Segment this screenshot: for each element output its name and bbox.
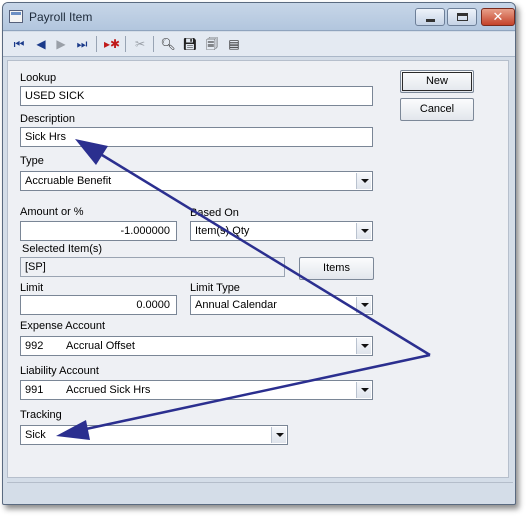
based-on-value: Item(s) Qty [195, 225, 250, 237]
expense-account-code: 992 [25, 340, 44, 352]
save-icon[interactable]: 💾︎ [181, 35, 199, 53]
tracking-value: Sick [25, 429, 46, 441]
description-label: Description [20, 113, 76, 125]
lookup-label: Lookup [20, 72, 57, 84]
payroll-item-window: Payroll Item ✕ ⏮ ◀ ▶ ⏭ ▸✱ ✂ 🔍︎ 💾︎ 🗐 ▤ Lo… [2, 2, 516, 505]
first-record-icon[interactable]: ⏮ [10, 35, 28, 53]
limit-type-value: Annual Calendar [195, 299, 277, 311]
lookup-input[interactable]: USED SICK [20, 86, 373, 106]
selected-items-field: [SP] [20, 257, 285, 277]
previous-record-icon[interactable]: ◀ [32, 35, 50, 53]
minimize-button[interactable] [415, 8, 445, 26]
limit-type-select[interactable]: Annual Calendar [190, 295, 373, 315]
cancel-button[interactable]: Cancel [400, 98, 474, 121]
form-panel: Lookup USED SICK Description Sick Hrs Ty… [7, 60, 509, 478]
new-record-icon[interactable]: ▸✱ [103, 35, 121, 53]
chevron-down-icon[interactable] [356, 297, 371, 313]
description-input[interactable]: Sick Hrs [20, 127, 373, 147]
chevron-down-icon[interactable] [356, 382, 371, 398]
expense-account-name: Accrual Offset [66, 340, 135, 352]
properties-icon[interactable]: ▤ [225, 35, 243, 53]
amount-input[interactable]: -1.000000 [20, 221, 177, 241]
minimize-icon [426, 19, 435, 22]
app-icon [9, 10, 23, 23]
liability-account-code: 991 [25, 384, 44, 396]
amount-label: Amount or % [20, 206, 84, 218]
items-button[interactable]: Items [299, 257, 374, 280]
save-close-icon[interactable]: 🗐 [203, 35, 221, 53]
find-icon[interactable]: 🔍︎ [159, 35, 177, 53]
toolbar-separator [153, 36, 154, 52]
status-bar [7, 482, 513, 500]
last-record-icon[interactable]: ⏭ [73, 35, 91, 53]
based-on-label: Based On [190, 207, 239, 219]
delete-record-icon[interactable]: ✂ [131, 35, 149, 53]
new-button[interactable]: New [400, 70, 474, 93]
limit-type-label: Limit Type [190, 282, 240, 294]
type-label: Type [20, 155, 44, 167]
title-bar[interactable]: Payroll Item ✕ [3, 3, 515, 31]
liability-account-select[interactable]: 991 Accrued Sick Hrs [20, 380, 373, 400]
limit-label: Limit [20, 282, 44, 294]
toolbar-separator [125, 36, 126, 52]
window-title: Payroll Item [29, 10, 93, 24]
chevron-down-icon[interactable] [356, 338, 371, 354]
type-select[interactable]: Accruable Benefit [20, 171, 373, 191]
next-record-icon[interactable]: ▶ [52, 35, 70, 53]
toolbar-separator [96, 36, 97, 52]
expense-account-select[interactable]: 992 Accrual Offset [20, 336, 373, 356]
toolbar: ⏮ ◀ ▶ ⏭ ▸✱ ✂ 🔍︎ 💾︎ 🗐 ▤ [3, 32, 515, 57]
chevron-down-icon[interactable] [356, 173, 371, 189]
selected-items-label: Selected Item(s) [22, 243, 103, 255]
limit-input[interactable]: 0.0000 [20, 295, 177, 315]
maximize-button[interactable] [447, 8, 477, 26]
close-icon: ✕ [492, 9, 504, 24]
based-on-select[interactable]: Item(s) Qty [190, 221, 373, 241]
liability-account-name: Accrued Sick Hrs [66, 384, 151, 396]
tracking-label: Tracking [20, 409, 62, 421]
liability-account-label: Liability Account [20, 365, 99, 377]
type-value: Accruable Benefit [25, 175, 112, 187]
chevron-down-icon[interactable] [356, 223, 371, 239]
tracking-select[interactable]: Sick [20, 425, 288, 445]
maximize-icon [457, 13, 468, 21]
expense-account-label: Expense Account [20, 320, 106, 332]
close-button[interactable]: ✕ [481, 8, 515, 26]
chevron-down-icon[interactable] [271, 427, 286, 443]
